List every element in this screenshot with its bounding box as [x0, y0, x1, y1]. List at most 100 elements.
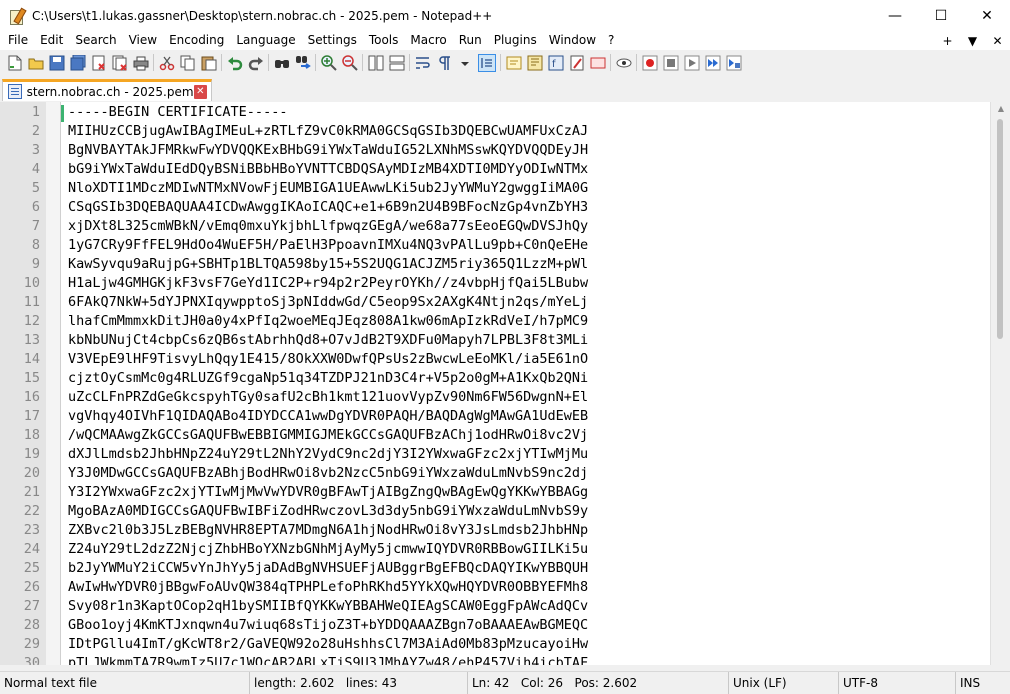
- redo-icon[interactable]: [248, 55, 264, 71]
- undo-icon[interactable]: [227, 55, 243, 71]
- text-editor[interactable]: 1 -----BEGIN CERTIFICATE----- 2 MIIHUzCCBju…: [0, 102, 1010, 665]
- editor-line[interactable]: 16 uZcCLFnPRZdGeGkcspyhTGy0safU2cBh1kmt12…: [0, 388, 990, 407]
- menu-file[interactable]: File: [0, 31, 34, 50]
- editor-line[interactable]: 25 b2JyYWMuY2iCCW5vYnJhYy5jaDAdBgNVHSUEFj…: [0, 559, 990, 578]
- editor-line[interactable]: 24 Z24uY29tL2dzZ2NjcjZhbHBoYXNzbGNhMjAyMy…: [0, 540, 990, 559]
- play-macro-icon[interactable]: [684, 55, 700, 71]
- paste-icon[interactable]: [201, 55, 217, 71]
- menu-help[interactable]: ?: [602, 31, 620, 50]
- editor-line[interactable]: 15 cjztOyCsmMc0g4RLUZGf9cgaNp51q34TZDPJ21…: [0, 369, 990, 388]
- zoom-out-icon[interactable]: [342, 54, 358, 71]
- menu-language[interactable]: Language: [230, 31, 301, 50]
- scroll-up-arrow-icon[interactable]: ▲: [991, 102, 1010, 116]
- line-number: 3: [31, 142, 40, 158]
- editor-line[interactable]: 7 xjDXt8L325cmWBkN/vEmq0mxuYkjbhLlfpwqzGE…: [0, 217, 990, 236]
- close-icon[interactable]: [91, 55, 107, 71]
- zoom-in-icon[interactable]: [321, 54, 337, 71]
- save-all-icon[interactable]: [70, 54, 86, 71]
- editor-line[interactable]: 23 ZXBvc2l0b3J5LzBEBgNVHR8EPTA7MDmgN6A1hj…: [0, 521, 990, 540]
- menu-encoding[interactable]: Encoding: [163, 31, 230, 50]
- toolbar-dropdown-icon[interactable]: [457, 55, 473, 71]
- editor-line[interactable]: 2 MIIHUzCCBjugAwIBAgIMEuL+zRTLfZ9vC0kRMA0…: [0, 122, 990, 141]
- editor-line[interactable]: 8 1yG7CRy9FfFEL9HdOo4WuEF5H/PaElH3PpoavnI…: [0, 236, 990, 255]
- panel-icon[interactable]: [590, 55, 606, 71]
- menu-settings[interactable]: Settings: [302, 31, 363, 50]
- editor-line[interactable]: 13 kbNbUNujCt4cbpCs6zQB6stAbrhhQd8+O7vJdB…: [0, 331, 990, 350]
- new-file-icon[interactable]: [7, 55, 23, 71]
- copy-icon[interactable]: [180, 55, 196, 71]
- menu-plugins[interactable]: Plugins: [488, 31, 543, 50]
- cut-icon[interactable]: [159, 55, 175, 71]
- show-all-chars-icon[interactable]: [436, 55, 452, 71]
- status-encoding[interactable]: UTF-8: [839, 672, 956, 694]
- udl-icon[interactable]: [506, 55, 522, 71]
- editor-line[interactable]: 19 dXJlLmdsb2JhbHNpZ24uY29tL2NhY2VydC9nc2…: [0, 445, 990, 464]
- editor-line[interactable]: 27 Svy08r1n3KaptOCop2qH1bySMIIBfQYKKwYBBA…: [0, 597, 990, 616]
- editor-line[interactable]: 3 BgNVBAYTAkJFMRkwFwYDVQQKExBHbG9iYWxTaWd…: [0, 141, 990, 160]
- indent-guide-icon[interactable]: [478, 53, 496, 72]
- status-eol[interactable]: Unix (LF): [729, 672, 839, 694]
- editor-line[interactable]: 6 CSqGSIb3DQEBAQUAA4ICDwAwggIKAoICAQC+e1+…: [0, 198, 990, 217]
- line-text: MgoBAzA0MDIGCCsGAQUFBwIBFiZodHRwczovL3d3…: [68, 503, 589, 519]
- tab-close-icon[interactable]: ✕: [193, 84, 207, 99]
- editor-line[interactable]: 20 Y3J0MDwGCCsGAQUFBzABhjBodHRwOi8vb2NzcC…: [0, 464, 990, 483]
- print-icon[interactable]: [133, 55, 149, 71]
- minimize-button[interactable]: —: [872, 0, 918, 31]
- svg-text:f: f: [552, 59, 556, 70]
- editor-line[interactable]: 29 IDtPGllu4ImT/gKcWT8r2/GaVEQW92o28uHshh…: [0, 635, 990, 654]
- scrollbar-thumb[interactable]: [997, 119, 1003, 339]
- new-tab-button[interactable]: +: [935, 34, 960, 48]
- editor-line[interactable]: 11 6FAkQ7NkW+5dYJPNXIqywpptoSj3pNIddwGd/C…: [0, 293, 990, 312]
- close-all-icon[interactable]: [112, 55, 128, 71]
- line-text: Y3J0MDwGCCsGAQUFBzABhjBodHRwOi8vb2NzcC5n…: [68, 465, 589, 481]
- editor-line[interactable]: 17 vgVhqy4OIVhF1QIDAQABo4IDYDCCA1wwDgYDVR…: [0, 407, 990, 426]
- monitoring-icon[interactable]: [616, 55, 632, 71]
- editor-line[interactable]: 21 Y3I2YWxwaGFzc2xjYTIwMjMwVwYDVR0gBFAwTj…: [0, 483, 990, 502]
- editor-line[interactable]: 28 GBoo1oyj4KmKTJxnqwn4u7wiuq68sTijoZ3T+b…: [0, 616, 990, 635]
- editor-line[interactable]: 30 pTLJWkmmTA7R9wmIz5U7c1WOcAB2ABLxTjS9U3…: [0, 654, 990, 665]
- stop-record-icon[interactable]: [663, 55, 679, 71]
- editor-line[interactable]: 14 V3VEpE9lHF9TisvyLhQqy1E415/8OkXXW0DwfQ…: [0, 350, 990, 369]
- line-text: MIIHUzCCBjugAwIBAgIMEuL+zRTLfZ9vC0kRMA0G…: [68, 123, 589, 139]
- editor-line[interactable]: 10 H1aLjw4GMHGKjkF3vsF7GeYd1IC2P+r94p2r2P…: [0, 274, 990, 293]
- menu-view[interactable]: View: [123, 31, 163, 50]
- close-window-button[interactable]: ✕: [964, 0, 1010, 31]
- editor-line[interactable]: 1 -----BEGIN CERTIFICATE-----: [0, 103, 990, 122]
- sync-horizontal-icon[interactable]: [389, 55, 405, 71]
- folder-workspace-icon[interactable]: [569, 55, 585, 71]
- menu-run[interactable]: Run: [453, 31, 488, 50]
- word-wrap-icon[interactable]: [415, 55, 431, 71]
- record-macro-icon[interactable]: [642, 55, 658, 71]
- vertical-scrollbar[interactable]: ▲: [990, 102, 1010, 665]
- status-insert-mode[interactable]: INS: [956, 672, 996, 694]
- editor-line[interactable]: 5 NloXDTI1MDczMDIwNTMxNVowFjEUMBIGA1UEAww…: [0, 179, 990, 198]
- line-number: 10: [23, 275, 40, 291]
- tab-document[interactable]: stern.nobrac.ch - 2025.pem ✕: [2, 79, 212, 101]
- menu-tools[interactable]: Tools: [363, 31, 405, 50]
- tab-list-button[interactable]: ▼: [960, 34, 985, 48]
- editor-line[interactable]: 9 KawSyvqu9aRujpG+SBHTp1BLTQA598by15+5S2U…: [0, 255, 990, 274]
- maximize-button[interactable]: ☐: [918, 0, 964, 31]
- menu-macro[interactable]: Macro: [404, 31, 452, 50]
- line-text: 1yG7CRy9FfFEL9HdOo4WuEF5H/PaElH3PpoavnIM…: [68, 237, 589, 253]
- tab-bar: stern.nobrac.ch - 2025.pem ✕: [0, 75, 1010, 103]
- menu-search[interactable]: Search: [69, 31, 122, 50]
- menu-window[interactable]: Window: [543, 31, 602, 50]
- editor-line[interactable]: 22 MgoBAzA0MDIGCCsGAQUFBwIBFiZodHRwczovL3…: [0, 502, 990, 521]
- run-macro-multiple-icon[interactable]: [705, 55, 721, 71]
- find-icon[interactable]: [274, 55, 290, 71]
- save-macro-icon[interactable]: [726, 55, 742, 71]
- toolbar-separator: [268, 54, 269, 71]
- editor-line[interactable]: 4 bG9iYWxTaWduIEdDQyBSNiBBbHBoYVNTTCBDQSA…: [0, 160, 990, 179]
- editor-line[interactable]: 12 lhafCmMmmxkDitJH0a0y4xPfIq2woeMEqJEqz8…: [0, 312, 990, 331]
- replace-icon[interactable]: [295, 55, 311, 71]
- menu-edit[interactable]: Edit: [34, 31, 69, 50]
- open-file-icon[interactable]: [28, 55, 44, 71]
- function-list-icon[interactable]: f: [548, 55, 564, 71]
- doc-map-icon[interactable]: [527, 55, 543, 71]
- save-icon[interactable]: [49, 55, 65, 71]
- close-doc-button[interactable]: ✕: [985, 34, 1010, 48]
- editor-line[interactable]: 26 AwIwHwYDVR0jBBgwFoAUvQW384qTPHPLefoPhR…: [0, 578, 990, 597]
- editor-line[interactable]: 18/wQCMAAwgZkGCCsGAQUFBwEBBIGMMIGJMEkGCC…: [0, 426, 990, 445]
- sync-vertical-icon[interactable]: [368, 55, 384, 71]
